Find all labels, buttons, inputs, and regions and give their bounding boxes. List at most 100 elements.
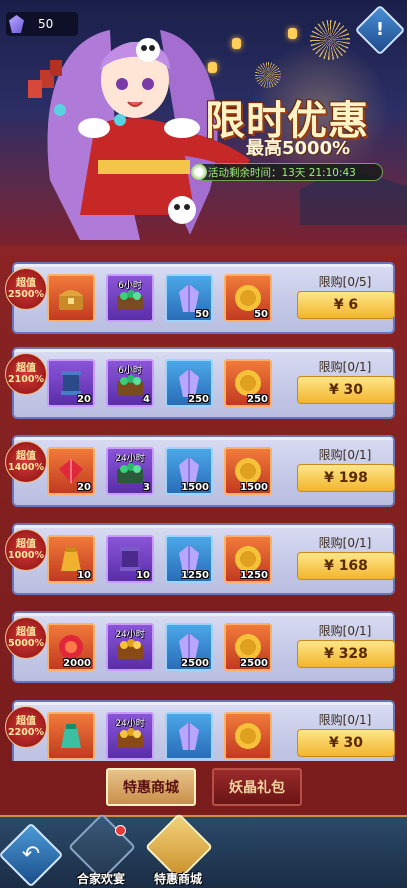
buy-button[interactable]: ¥ 6 [297,291,395,319]
badge-label: 超值 [16,627,36,638]
badge-percent: 2100% [8,374,44,385]
value-badge: 超值 2500% [5,268,47,310]
value-badge: 超值 5000% [5,617,47,659]
nav-special-shop[interactable]: 特惠商城 [143,813,213,887]
purchase-limit: 限购[0/1] [318,713,372,727]
shop-screen: 50 ! 限时优惠 最高5000% 活动剩余时间：13天 21:10:43 超值… [0,0,407,888]
item-quantity: 10 [77,570,91,581]
info-button[interactable]: ! [354,4,406,56]
badge-percent: 2200% [8,727,44,738]
gem-counter[interactable]: 50 [6,12,78,36]
crystal-icon[interactable]: 2500 [165,623,213,671]
treasure-chest-icon[interactable] [47,274,95,322]
badge-percent: 5000% [8,638,44,649]
gold-coin-icon[interactable]: 250 [224,359,272,407]
gold-pouch-icon[interactable]: 10 [47,535,95,583]
item-quantity: 3 [143,482,150,493]
gem-icon [9,15,24,33]
gem-count: 50 [38,17,54,31]
item-quantity: 1250 [181,570,209,581]
badge-label: 超值 [16,451,36,462]
red-gem-icon[interactable]: 2000 [47,623,95,671]
item-quantity: 1500 [181,482,209,493]
duration-tag: 24小时 [115,719,145,729]
back-button[interactable]: ↶ [0,822,64,888]
nav-label: 合家欢宴 [76,872,125,886]
event-timer: 活动剩余时间：13天 21:10:43 [195,163,383,181]
gold-coin-icon[interactable]: 1250 [224,535,272,583]
item-quantity: 250 [188,394,209,405]
crystal-icon[interactable]: 250 [165,359,213,407]
buy-button[interactable]: ¥ 30 [297,729,395,757]
badge-label: 超值 [16,278,36,289]
red-gem-icon[interactable]: 20 [47,447,95,495]
blue-scroll-icon[interactable]: 20 [47,359,95,407]
crystal-icon[interactable] [165,712,213,760]
value-badge: 超值 2200% [5,706,47,748]
crystal-icon[interactable]: 1250 [165,535,213,583]
buy-button[interactable]: ¥ 30 [297,376,395,404]
gold-coin-icon[interactable]: 1500 [224,447,272,495]
purchase-limit: 限购[0/5] [318,275,372,289]
offer-row: 超值 1000% 10 10 1250 1250 限购[0/1] ¥ 168 [5,523,395,595]
gold-coin-icon[interactable]: 2500 [224,623,272,671]
item-quantity: 1250 [240,570,268,581]
badge-label: 超值 [16,539,36,550]
offer-row: 超值 5000% 2000 24小时 2500 2500 限购[0/1] ¥ 3… [5,611,395,683]
jade-chest-icon[interactable]: 6小时 4 [106,359,154,407]
badge-label: 超值 [16,716,36,727]
duration-tag: 24小时 [115,630,145,640]
item-quantity: 1500 [240,482,268,493]
badge-percent: 2500% [8,289,44,300]
duration-tag: 6小时 [118,281,142,291]
lantern-decoration [288,28,297,39]
buy-button[interactable]: ¥ 328 [297,640,395,668]
buy-button[interactable]: ¥ 198 [297,464,395,492]
item-quantity: 50 [254,309,268,320]
bottom-nav: ↶ 合家欢宴 特惠商城 [0,813,407,888]
item-quantity: 50 [195,309,209,320]
duration-tag: 24小时 [115,454,145,464]
green-pouch-icon[interactable] [47,712,95,760]
tab-special-shop[interactable]: 特惠商城 [106,768,196,806]
back-arrow-icon: ↶ [21,842,41,867]
offer-list[interactable]: 超值 2500% 6小时 50 50 限购[0/5] ¥ 6 超值 2100% … [0,245,407,761]
gold-chest-icon[interactable]: 24小时 [106,712,154,760]
value-badge: 超值 2100% [5,353,47,395]
gold-coin-icon[interactable]: 50 [224,274,272,322]
gold-coin-icon[interactable] [224,712,272,760]
duration-tag: 6小时 [118,366,142,376]
item-quantity: 2500 [181,658,209,669]
value-badge: 超值 1400% [5,441,47,483]
purple-scroll-icon[interactable]: 10 [106,535,154,583]
firework-decoration [255,62,281,88]
item-quantity: 250 [247,394,268,405]
item-quantity: 10 [136,570,150,581]
tab-crystal-pack[interactable]: 妖晶礼包 [212,768,302,806]
clock-icon [191,164,207,180]
purchase-limit: 限购[0/1] [318,448,372,462]
jade-chest-icon[interactable]: 24小时 3 [106,447,154,495]
nav-label: 特惠商城 [153,872,202,886]
shop-tabs: 特惠商城 妖晶礼包 [0,761,407,815]
item-quantity: 4 [143,394,150,405]
buy-button[interactable]: ¥ 168 [297,552,395,580]
offer-row: 超值 2100% 20 6小时 4 250 250 限购[0/1] ¥ 30 [5,347,395,419]
purchase-limit: 限购[0/1] [318,360,372,374]
badge-percent: 1000% [8,550,44,561]
offer-row: 超值 2500% 6小时 50 50 限购[0/5] ¥ 6 [5,262,395,334]
purchase-limit: 限购[0/1] [318,624,372,638]
gold-chest-icon[interactable]: 24小时 [106,623,154,671]
item-quantity: 2500 [240,658,268,669]
info-icon: ! [375,19,385,40]
purchase-limit: 限购[0/1] [318,536,372,550]
firework-decoration [310,20,350,60]
crystal-icon[interactable]: 50 [165,274,213,322]
notification-dot [115,825,126,836]
crystal-icon[interactable]: 1500 [165,447,213,495]
item-quantity: 20 [77,482,91,493]
badge-percent: 1400% [8,462,44,473]
badge-label: 超值 [16,363,36,374]
jade-chest-icon[interactable]: 6小时 [106,274,154,322]
item-quantity: 2000 [63,658,91,669]
